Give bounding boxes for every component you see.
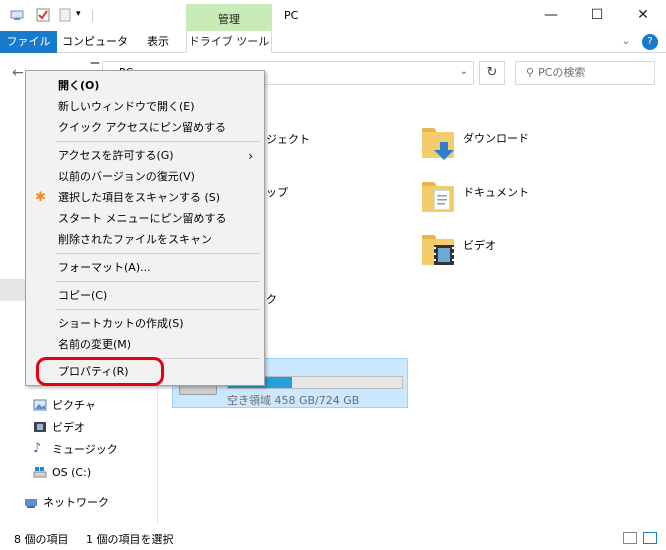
menu-item-format[interactable]: フォーマット(A)... (27, 258, 263, 278)
nav-item-os-drive[interactable]: OS (C:) (33, 462, 91, 482)
properties-icon[interactable] (36, 8, 50, 22)
menu-item-rename[interactable]: 名前の変更(M) (27, 335, 263, 355)
windows-drive-icon (33, 466, 47, 478)
refresh-button[interactable]: ↻ (479, 61, 505, 85)
ribbon-controls: ⌄ ? (613, 34, 658, 50)
videos-folder-icon[interactable] (422, 233, 456, 267)
folder-label-partial: ジェクト (266, 133, 310, 146)
window-title: PC (284, 9, 299, 22)
nav-item-videos[interactable]: ビデオ (33, 417, 85, 437)
divider (92, 10, 93, 22)
menu-item-scan-deleted[interactable]: 削除されたファイルをスキャン (27, 230, 263, 250)
large-icons-view-icon[interactable] (643, 532, 657, 544)
antivirus-scan-icon: ✱ (35, 190, 46, 205)
documents-folder-icon[interactable] (422, 180, 456, 214)
menu-item-open[interactable]: 開く(O) (27, 76, 263, 96)
folder-label-partial: ク (266, 293, 277, 306)
nav-item-pictures[interactable]: ピクチャ (33, 395, 96, 415)
menu-item-create-shortcut[interactable]: ショートカットの作成(S) (27, 314, 263, 334)
address-history-icon[interactable]: ⌄ (460, 66, 468, 77)
back-icon[interactable]: ← (12, 65, 24, 81)
ribbon-tabs: ファイル コンピューター 表示 ドライブ ツール ⌄ ? (0, 31, 666, 70)
tab-computer[interactable]: コンピューター (62, 31, 128, 70)
details-view-icon[interactable] (623, 532, 637, 544)
title-bar: ▾ 管理 PC — ☐ ✕ (0, 0, 666, 31)
menu-item-restore-versions[interactable]: 以前のバージョンの復元(V) (27, 167, 263, 187)
ribbon-collapse-icon[interactable]: ⌄ (621, 34, 630, 47)
selection-count: 1 個の項目を選択 (86, 533, 174, 546)
close-button[interactable]: ✕ (620, 0, 666, 31)
drive-icon (10, 8, 24, 22)
new-folder-icon[interactable] (58, 8, 72, 22)
menu-item-pin-start[interactable]: スタート メニューにピン留めする (27, 209, 263, 229)
menu-separator (56, 281, 260, 282)
properties-highlight (36, 357, 164, 386)
manage-tab-group: 管理 (186, 4, 272, 31)
context-menu: 開く(O) 新しいウィンドウで開く(E) クイック アクセスにピン留めする アク… (25, 70, 265, 386)
search-icon: ⚲ (526, 66, 535, 79)
menu-item-open-new-window[interactable]: 新しいウィンドウで開く(E) (27, 97, 263, 117)
pictures-icon (33, 399, 47, 411)
nav-item-music[interactable]: ♪ ミュージック (33, 439, 118, 459)
help-icon[interactable]: ? (642, 34, 658, 50)
search-input[interactable]: ⚲ PCの検索 (515, 61, 655, 85)
search-placeholder: PCの検索 (538, 66, 586, 79)
network-icon (24, 496, 38, 508)
customize-quick-access-icon[interactable]: ▾ (76, 9, 90, 23)
menu-separator (56, 253, 260, 254)
videos-icon (33, 421, 47, 433)
status-bar: 8 個の項目 1 個の項目を選択 (0, 526, 666, 550)
videos-label[interactable]: ビデオ (463, 237, 496, 253)
tab-view[interactable]: 表示 (140, 31, 176, 53)
menu-item-copy[interactable]: コピー(C) (27, 286, 263, 306)
tab-file[interactable]: ファイル (0, 31, 57, 53)
drive-free-space: 空き領域 458 GB/724 GB (227, 394, 360, 407)
submenu-arrow-icon: › (248, 149, 253, 163)
maximize-button[interactable]: ☐ (574, 0, 620, 31)
downloads-folder-icon[interactable] (422, 126, 456, 160)
minimize-button[interactable]: — (528, 0, 574, 31)
folder-label-partial: ップ (266, 186, 288, 199)
menu-item-scan[interactable]: ✱ 選択した項目をスキャンする (S) (27, 188, 263, 208)
nav-item-network[interactable]: ネットワーク (24, 492, 109, 512)
menu-item-give-access[interactable]: アクセスを許可する(G) › (27, 146, 263, 166)
menu-separator (56, 309, 260, 310)
item-count: 8 個の項目 (14, 533, 69, 546)
menu-separator (56, 141, 260, 142)
music-icon: ♪ (33, 441, 42, 456)
tab-drive-tools[interactable]: ドライブ ツール (186, 31, 272, 53)
menu-item-pin-quick-access[interactable]: クイック アクセスにピン留めする (27, 118, 263, 138)
documents-label[interactable]: ドキュメント (463, 184, 529, 200)
downloads-label[interactable]: ダウンロード (463, 130, 529, 146)
